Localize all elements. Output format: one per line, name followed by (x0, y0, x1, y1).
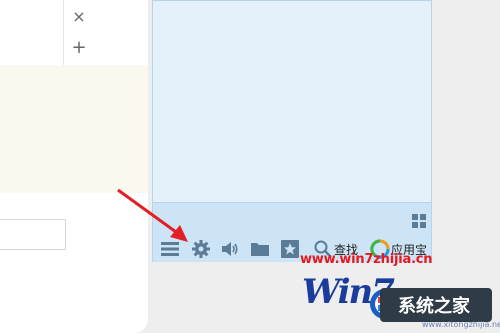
start-menu-content (153, 1, 431, 202)
red-arrow-annotation (117, 188, 188, 242)
background-window: × + (0, 0, 148, 333)
folder-icon[interactable] (250, 239, 270, 259)
watermark-url: www.win7zhijia.cn (300, 252, 433, 267)
start-menu-panel: 查找 应用宝 (152, 0, 432, 262)
watermark-site-name: 系统之家 (398, 296, 470, 317)
watermark-site-url: www.xitongzhijia.net (422, 320, 500, 329)
note-content-area (0, 65, 148, 193)
speaker-icon[interactable] (220, 239, 240, 259)
close-button[interactable]: × (71, 8, 87, 26)
text-input[interactable] (0, 219, 66, 250)
note-area (0, 0, 64, 66)
grid-icon[interactable] (412, 214, 427, 229)
star-icon[interactable] (280, 239, 300, 259)
gear-icon[interactable] (191, 239, 211, 259)
add-button[interactable]: + (71, 39, 87, 57)
